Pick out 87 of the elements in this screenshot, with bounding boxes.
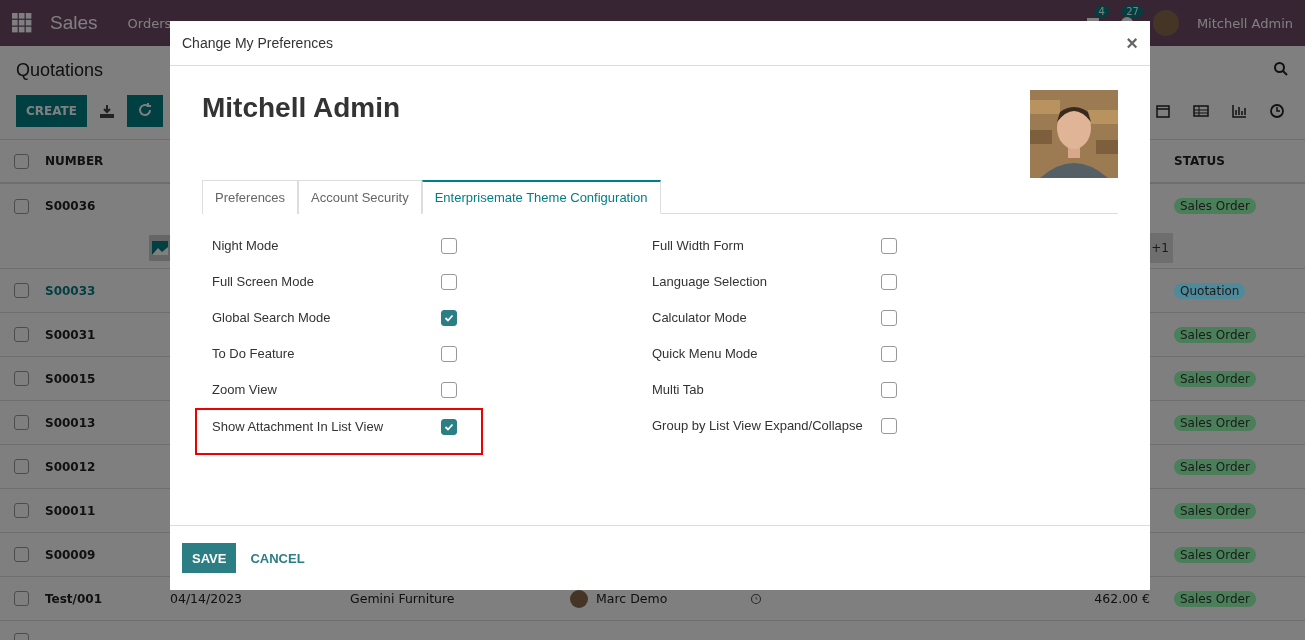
order-date: 04/14/2023	[170, 591, 243, 606]
apps-grid-icon[interactable]	[12, 13, 32, 33]
order-number: Test/001	[45, 591, 104, 606]
close-button[interactable]: ×	[1126, 31, 1138, 55]
cancel-link[interactable]: CANCEL	[240, 543, 315, 573]
count-badge: 27	[1122, 6, 1143, 17]
option-label: To Do Feature	[212, 345, 296, 363]
option-label: Language Selection	[652, 273, 768, 291]
option-checkbox[interactable]	[881, 382, 897, 398]
order-number: S00011	[45, 503, 97, 518]
option-label: Night Mode	[212, 237, 280, 255]
row-checkbox[interactable]	[14, 415, 29, 430]
image-icon[interactable]	[149, 235, 171, 261]
search-icon[interactable]	[1273, 61, 1289, 77]
order-number: S00013	[45, 415, 97, 430]
order-number: S00009	[45, 547, 97, 562]
option-label: Multi Tab	[652, 381, 705, 399]
option-label: Calculator Mode	[652, 309, 748, 327]
refresh-icon	[137, 101, 153, 118]
order-number: S00015	[45, 371, 97, 386]
page-title: Quotations	[16, 60, 104, 81]
check-icon	[444, 313, 454, 323]
user-name[interactable]: Mitchell Admin	[1196, 15, 1293, 31]
column-header[interactable]: STATUS	[1174, 154, 1305, 168]
select-all-checkbox[interactable]	[14, 153, 29, 169]
option-checkbox[interactable]	[881, 274, 897, 290]
download-icon[interactable]	[99, 103, 115, 119]
order-number[interactable]: S00033	[45, 283, 170, 298]
save-button[interactable]: SAVE	[182, 543, 237, 573]
option-label: Full Screen Mode	[212, 273, 315, 291]
option-checkbox[interactable]	[881, 238, 897, 254]
bar-chart-icon[interactable]	[1231, 103, 1247, 119]
row-checkbox[interactable]	[14, 371, 29, 386]
status-badge: Sales Order	[1174, 502, 1256, 519]
option-checkbox[interactable]	[441, 419, 457, 435]
menu-item[interactable]: Orders	[127, 15, 172, 31]
row-checkbox[interactable]	[14, 547, 29, 562]
status-badge: Sales Order	[1174, 326, 1256, 343]
status-badge: Sales Order	[1174, 590, 1256, 607]
option-checkbox[interactable]	[441, 382, 457, 398]
status-badge: Sales Order	[1174, 414, 1256, 431]
status-badge: Sales Order	[1174, 370, 1256, 387]
option-checkbox[interactable]	[881, 310, 897, 326]
clock-icon[interactable]	[1269, 103, 1285, 119]
status-badge: Sales Order	[1174, 458, 1256, 475]
option-label: Full Width Form	[652, 237, 745, 255]
order-total: 462.00 €	[1093, 591, 1151, 606]
salesperson-name: Marc Demo	[596, 591, 668, 606]
column-header[interactable]: NUMBER	[45, 154, 170, 168]
user-name-heading: Mitchell Admin	[202, 92, 401, 125]
order-number: S00036	[45, 199, 97, 213]
row-checkbox[interactable]	[14, 459, 29, 474]
table-icon[interactable]	[1193, 103, 1209, 119]
dialog-title: Change My Preferences	[182, 35, 333, 51]
status-badge: Quotation	[1174, 282, 1246, 299]
option-checkbox[interactable]	[441, 346, 457, 362]
order-number: S00031	[45, 327, 97, 342]
option-label: Quick Menu Mode	[652, 345, 759, 363]
app-name: Sales	[50, 12, 98, 34]
more-attachments[interactable]: +1	[1149, 233, 1173, 263]
clock-icon	[750, 592, 762, 605]
option-label: Show Attachment In List View	[212, 418, 385, 436]
row-checkbox[interactable]	[14, 591, 29, 606]
calendar-icon[interactable]	[1155, 103, 1171, 119]
row-checkbox[interactable]	[14, 198, 29, 214]
create-button[interactable]: CREATE	[16, 95, 87, 127]
option-checkbox[interactable]	[881, 346, 897, 362]
order-number: S00012	[45, 459, 97, 474]
option-label: Zoom View	[212, 381, 278, 399]
row-checkbox[interactable]	[14, 283, 29, 298]
count-badge: 4	[1094, 6, 1109, 17]
check-icon	[444, 422, 454, 432]
row-checkbox[interactable]	[14, 503, 29, 518]
option-checkbox[interactable]	[441, 310, 457, 326]
status-badge: Sales Order	[1174, 546, 1256, 563]
status-badge: Sales Order	[1174, 198, 1256, 214]
option-label: Group by List View Expand/Collapse	[652, 417, 864, 435]
option-checkbox[interactable]	[441, 238, 457, 254]
row-checkbox[interactable]	[14, 327, 29, 342]
tab[interactable]: Account Security	[298, 180, 422, 214]
tab[interactable]: Enterprisemate Theme Configuration	[421, 180, 661, 214]
option-label: Global Search Mode	[212, 309, 332, 327]
option-checkbox[interactable]	[881, 418, 897, 434]
option-checkbox[interactable]	[441, 274, 457, 290]
tab[interactable]: Preferences	[202, 180, 299, 214]
refresh-button[interactable]	[127, 95, 163, 127]
customer-name: Gemini Furniture	[350, 591, 455, 606]
